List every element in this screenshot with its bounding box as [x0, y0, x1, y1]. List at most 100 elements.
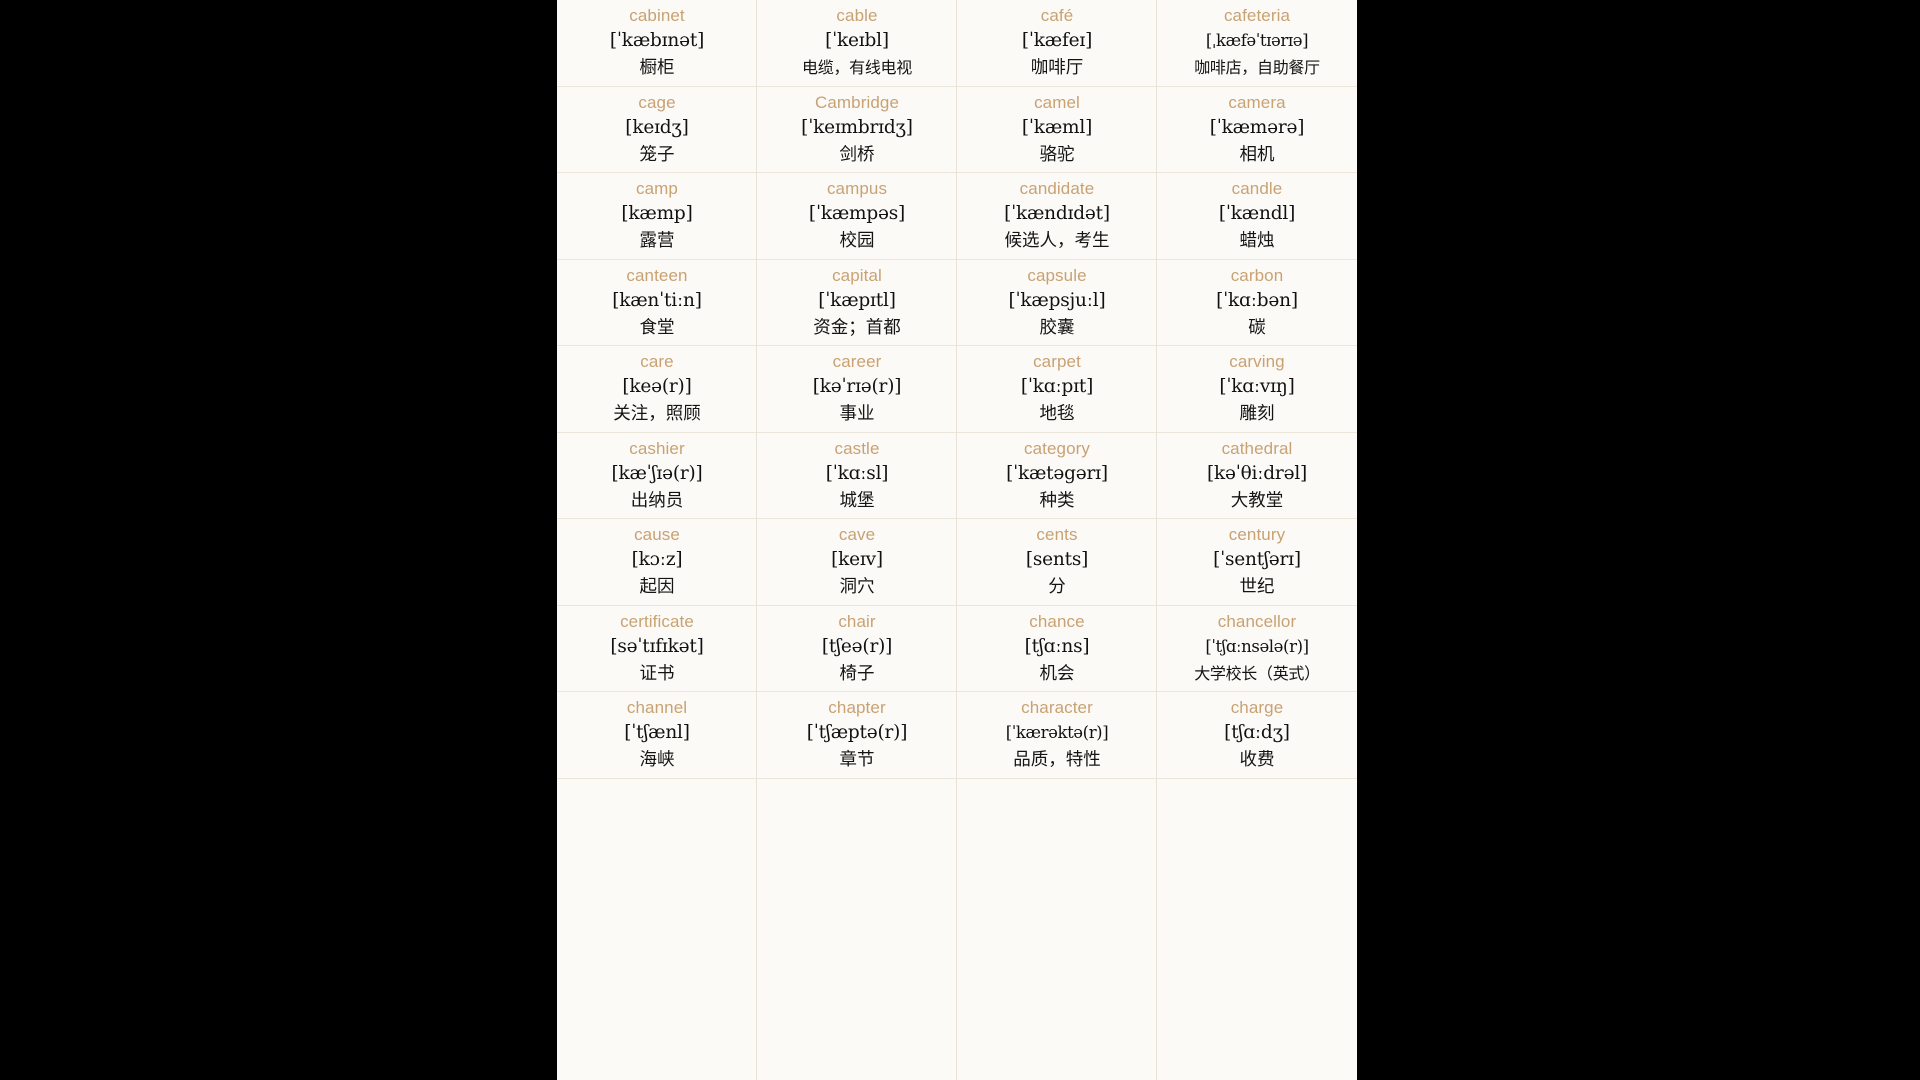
entry-translation: 校园	[839, 231, 875, 251]
entry-translation: 种类	[1039, 490, 1075, 511]
entry-translation: 大学校长（英式）	[1194, 663, 1320, 683]
entry-pronunciation: [keɪdʒ]	[625, 116, 689, 138]
vocabulary-entry[interactable]: certificate [səˈtɪfɪkət] 证书	[557, 605, 757, 692]
entry-word: chair	[838, 611, 876, 631]
entry-translation: 章节	[839, 750, 875, 770]
vocabulary-entry[interactable]: character [ˈkærəktə(r)] 品质，特性	[957, 692, 1157, 779]
vocabulary-entry[interactable]: chance [tʃɑːns] 机会	[957, 605, 1157, 692]
vocabulary-entry[interactable]: chancellor [ˈtʃɑːnsələ(r)] 大学校长（英式）	[1157, 605, 1357, 692]
entry-pronunciation: [ˈkɑːvɪŋ]	[1219, 376, 1295, 397]
entry-pronunciation: [ˈtʃæptə(r)]	[806, 722, 908, 743]
vocabulary-entry[interactable]: channel [ˈtʃænl] 海峡	[557, 692, 757, 779]
entry-translation: 笼子	[639, 144, 675, 165]
entry-translation: 品质，特性	[1013, 750, 1101, 770]
entry-pronunciation: [ˈkætəgərɪ]	[1006, 462, 1108, 484]
vocabulary-entry[interactable]: charge [tʃɑːdʒ] 收费	[1157, 692, 1357, 779]
vocabulary-entry[interactable]: café [ˈkæfeɪ] 咖啡厅	[957, 0, 1157, 87]
vocabulary-entry[interactable]: camera [ˈkæmərə] 相机	[1157, 86, 1357, 173]
entry-translation: 候选人，考生	[1004, 231, 1110, 251]
vocabulary-entry[interactable]: career [kəˈrɪə(r)] 事业	[757, 346, 957, 433]
entry-pronunciation: [ˈkæmpəs]	[808, 203, 906, 224]
entry-word: canteen	[626, 265, 688, 285]
vocabulary-entry[interactable]: chapter [ˈtʃæptə(r)] 章节	[757, 692, 957, 779]
vocabulary-entry[interactable]: care [keə(r)] 关注，照顾	[557, 346, 757, 433]
entry-translation: 咖啡厅	[1030, 58, 1084, 78]
entry-pronunciation: [keɪv]	[831, 549, 883, 570]
vocabulary-entry[interactable]: campus [ˈkæmpəs] 校园	[757, 173, 957, 260]
entry-word: capsule	[1027, 265, 1087, 285]
vocabulary-entry[interactable]: carving [ˈkɑːvɪŋ] 雕刻	[1157, 346, 1357, 433]
entry-word: chancellor	[1217, 611, 1297, 631]
vocabulary-entry[interactable]: camel [ˈkæml] 骆驼	[957, 86, 1157, 173]
entry-word: certificate	[620, 611, 694, 631]
vocabulary-entry[interactable]: capsule [ˈkæpsjuːl] 胶囊	[957, 259, 1157, 346]
entry-pronunciation: [ˈtʃænl]	[624, 722, 690, 743]
entry-pronunciation: [tʃɑːdʒ]	[1224, 722, 1290, 743]
entry-pronunciation: [kæˈʃɪə(r)]	[611, 462, 703, 484]
entry-translation: 电缆，有线电视	[802, 58, 912, 77]
vocabulary-entry[interactable]: cage [keɪdʒ] 笼子	[557, 86, 757, 173]
vocabulary-entry[interactable]: century [ˈsentʃərɪ] 世纪	[1157, 519, 1357, 606]
vocabulary-entry[interactable]: cafeteria [ˌkæfəˈtɪərɪə] 咖啡店，自助餐厅	[1157, 0, 1357, 87]
vocabulary-entry[interactable]: candle [ˈkændl] 蜡烛	[1157, 173, 1357, 260]
entry-word: camp	[636, 179, 678, 198]
vocabulary-entry[interactable]: candidate [ˈkændɪdət] 候选人，考生	[957, 173, 1157, 260]
entry-pronunciation: [ˈkæmərə]	[1209, 116, 1305, 138]
vocabulary-entry[interactable]: cents [sents] 分	[957, 519, 1157, 606]
entry-word: charge	[1230, 698, 1284, 717]
vocabulary-entry[interactable]: carpet [ˈkɑːpɪt] 地毯	[957, 346, 1157, 433]
vocabulary-entry[interactable]: carbon [ˈkɑːbən] 碳	[1157, 259, 1357, 346]
entry-pronunciation: [səˈtɪfɪkət]	[610, 635, 704, 657]
entry-translation: 证书	[639, 663, 675, 684]
entry-pronunciation: [ˈkæbɪnət]	[609, 30, 705, 51]
entry-word: cave	[838, 525, 876, 544]
entry-pronunciation: [ˈkɑːbən]	[1216, 289, 1298, 311]
entry-translation: 关注，照顾	[613, 404, 701, 424]
entry-pronunciation: [sents]	[1025, 549, 1089, 570]
entry-translation: 起因	[639, 577, 675, 597]
entry-translation: 资金；首都	[813, 317, 901, 338]
entry-word: character	[1021, 698, 1093, 717]
vocabulary-entry[interactable]: cable [ˈkeɪbl] 电缆，有线电视	[757, 0, 957, 87]
entry-pronunciation: [ˈkæfeɪ]	[1021, 30, 1093, 51]
entry-pronunciation: [ˈtʃɑːnsələ(r)]	[1205, 636, 1309, 656]
vocabulary-entry[interactable]: Cambridge [ˈkeɪmbrɪdʒ] 剑桥	[757, 86, 957, 173]
entry-pronunciation: [ˈkærəktə(r)]	[1005, 723, 1109, 742]
entry-pronunciation: [ˈkeɪbl]	[825, 30, 889, 51]
vocabulary-entry[interactable]: cashier [kæˈʃɪə(r)] 出纳员	[557, 432, 757, 519]
entry-word: cashier	[629, 438, 685, 458]
entry-word: café	[1040, 6, 1074, 25]
vocabulary-entry[interactable]: category [ˈkætəgərɪ] 种类	[957, 432, 1157, 519]
entry-word: carpet	[1033, 352, 1081, 371]
vocabulary-entry[interactable]: cause [kɔːz] 起因	[557, 519, 757, 606]
entry-word: Cambridge	[814, 92, 900, 112]
entry-translation: 椅子	[839, 663, 875, 684]
entry-pronunciation: [tʃeə(r)]	[821, 635, 893, 657]
entry-pronunciation: [ˈsentʃərɪ]	[1213, 549, 1301, 570]
entry-translation: 分	[1048, 577, 1066, 597]
entry-translation: 相机	[1239, 144, 1275, 165]
vocabulary-entry[interactable]: cave [keɪv] 洞穴	[757, 519, 957, 606]
entry-pronunciation: [ˈkeɪmbrɪdʒ]	[801, 116, 913, 138]
entry-pronunciation: [kænˈtiːn]	[612, 289, 702, 311]
vocabulary-entry[interactable]: cabinet [ˈkæbɪnət] 橱柜	[557, 0, 757, 87]
entry-pronunciation: [ˈkæpɪtl]	[818, 289, 896, 311]
entry-pronunciation: [keə(r)]	[622, 376, 692, 397]
entry-pronunciation: [kəˈrɪə(r)]	[812, 376, 902, 397]
vocabulary-entry[interactable]: chair [tʃeə(r)] 椅子	[757, 605, 957, 692]
entry-word: cents	[1036, 525, 1078, 544]
vocabulary-entry[interactable]: camp [kæmp] 露营	[557, 173, 757, 260]
entry-pronunciation: [ˈkæpsjuːl]	[1008, 289, 1106, 311]
entry-word: cafeteria	[1223, 6, 1291, 25]
entry-translation: 世纪	[1239, 577, 1275, 597]
entry-word: candidate	[1019, 179, 1095, 198]
vocabulary-entry[interactable]: castle [ˈkɑːsl] 城堡	[757, 432, 957, 519]
vocabulary-entry[interactable]: cathedral [kəˈθiːdrəl] 大教堂	[1157, 432, 1357, 519]
entry-word: cathedral	[1221, 438, 1293, 458]
entry-translation: 剑桥	[839, 144, 875, 165]
entry-pronunciation: [kæmp]	[621, 203, 693, 224]
vocabulary-entry[interactable]: canteen [kænˈtiːn] 食堂	[557, 259, 757, 346]
entry-translation: 食堂	[639, 317, 675, 338]
vocabulary-entry[interactable]: capital [ˈkæpɪtl] 资金；首都	[757, 259, 957, 346]
entry-translation: 海峡	[639, 750, 675, 770]
